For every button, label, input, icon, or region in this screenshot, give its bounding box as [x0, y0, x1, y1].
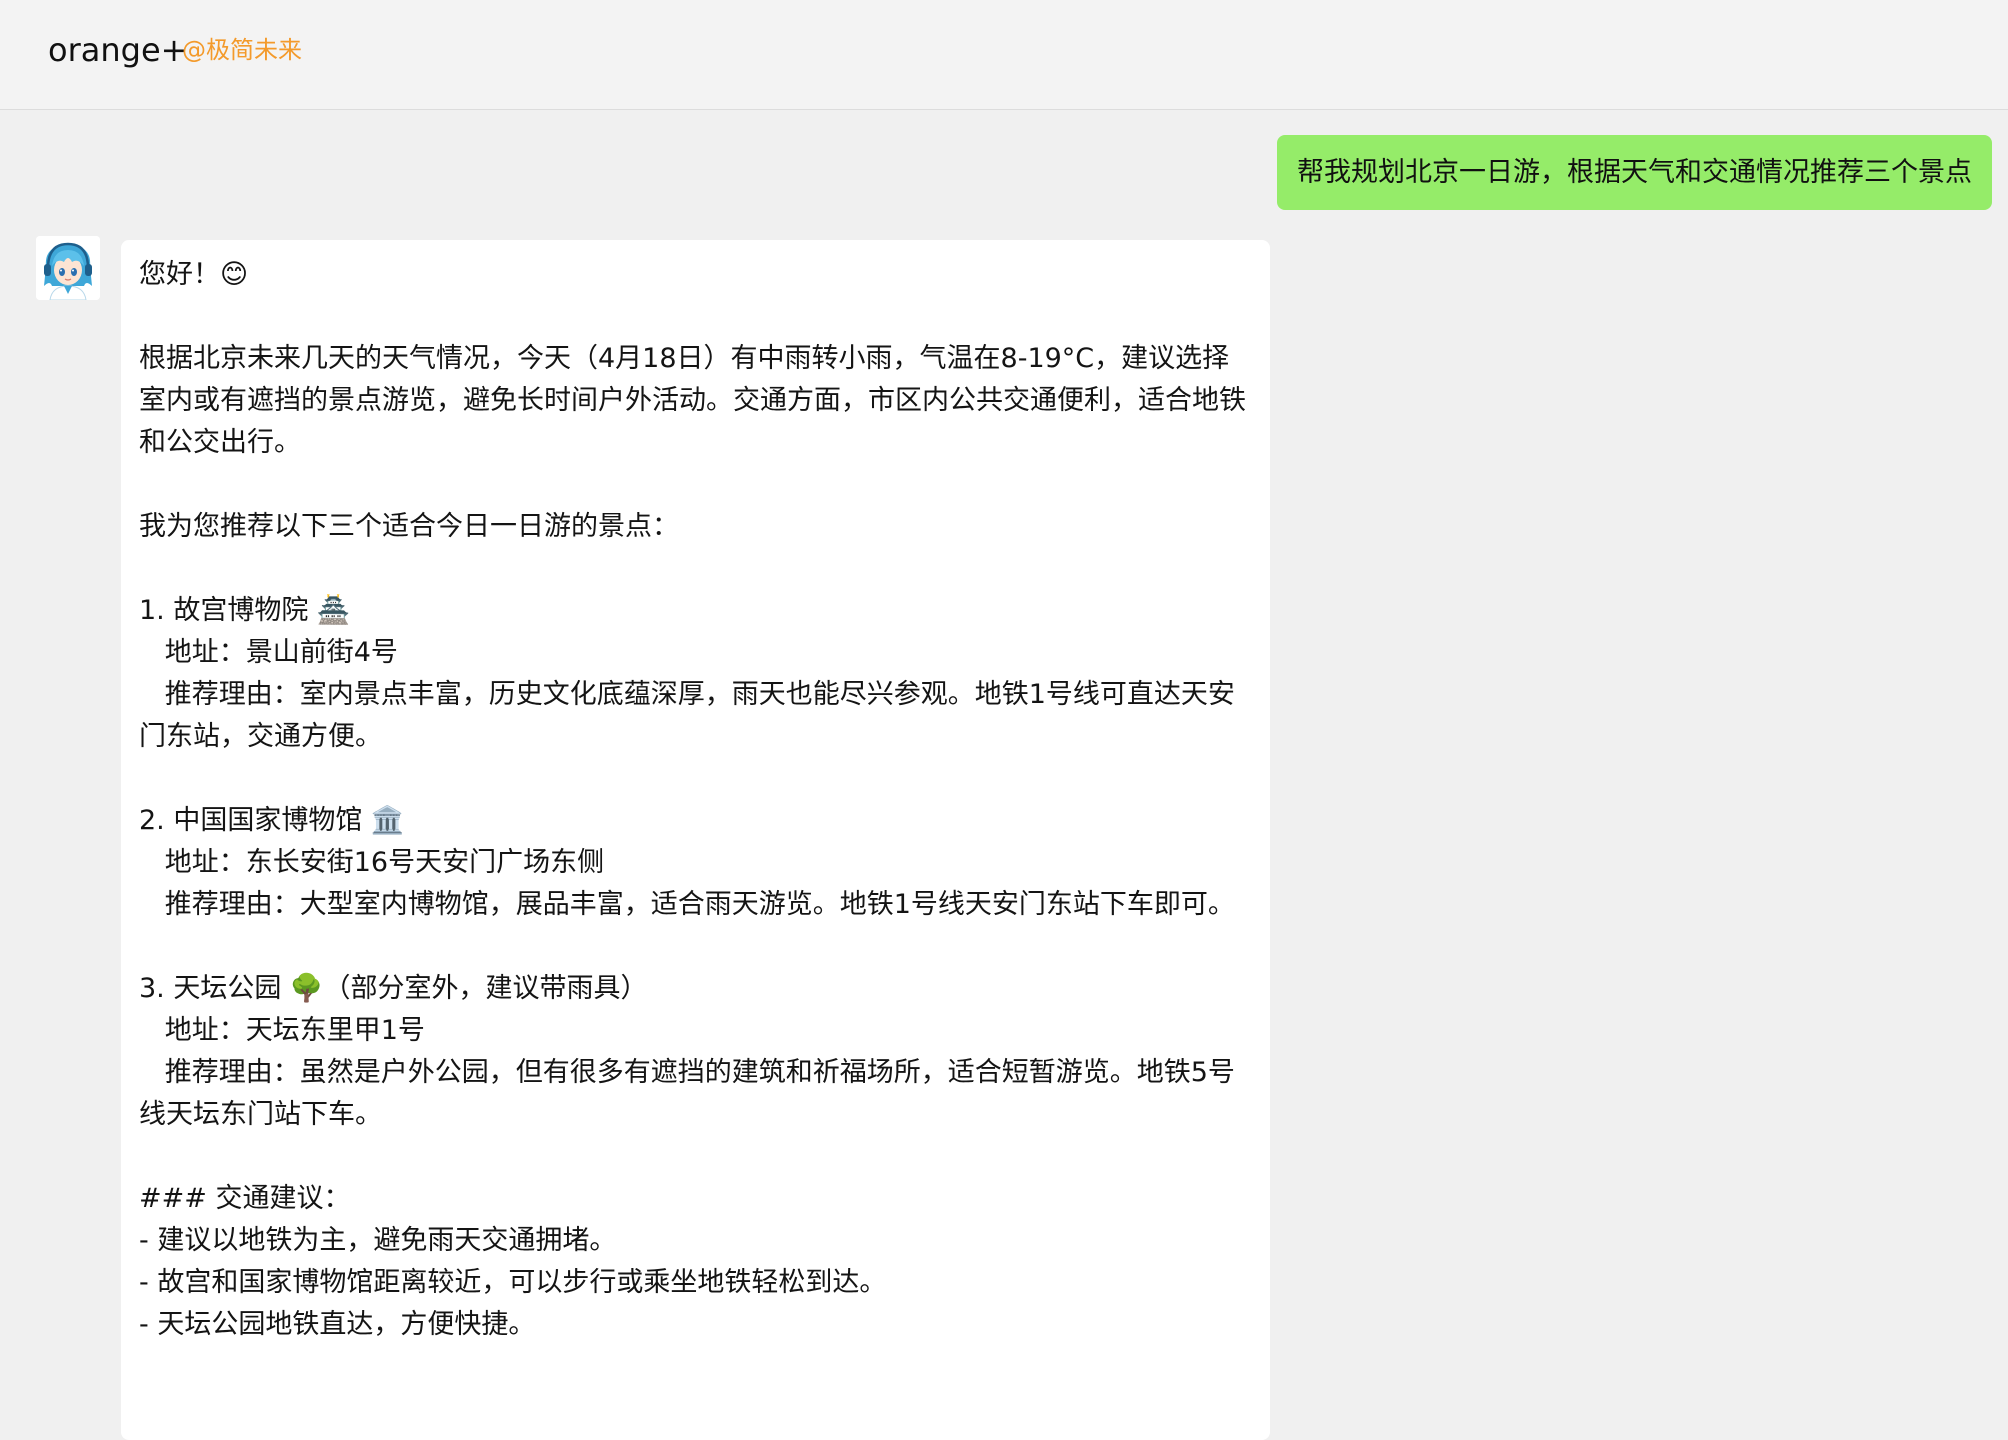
assistant-message-text: 您好！😊 根据北京未来几天的天气情况，今天（4月18日）有中雨转小雨，气温在8-… [139, 259, 1246, 1340]
app-name: orange+ [48, 31, 188, 69]
assistant-message-bubble: 您好！😊 根据北京未来几天的天气情况，今天（4月18日）有中雨转小雨，气温在8-… [121, 240, 1270, 1440]
app-header: orange+ @极简未来 [0, 0, 2008, 110]
user-message-bubble: 帮我规划北京一日游，根据天气和交通情况推荐三个景点 [1277, 135, 1992, 210]
assistant-avatar-icon [36, 236, 100, 300]
app-org-link[interactable]: @极简未来 [182, 30, 302, 70]
